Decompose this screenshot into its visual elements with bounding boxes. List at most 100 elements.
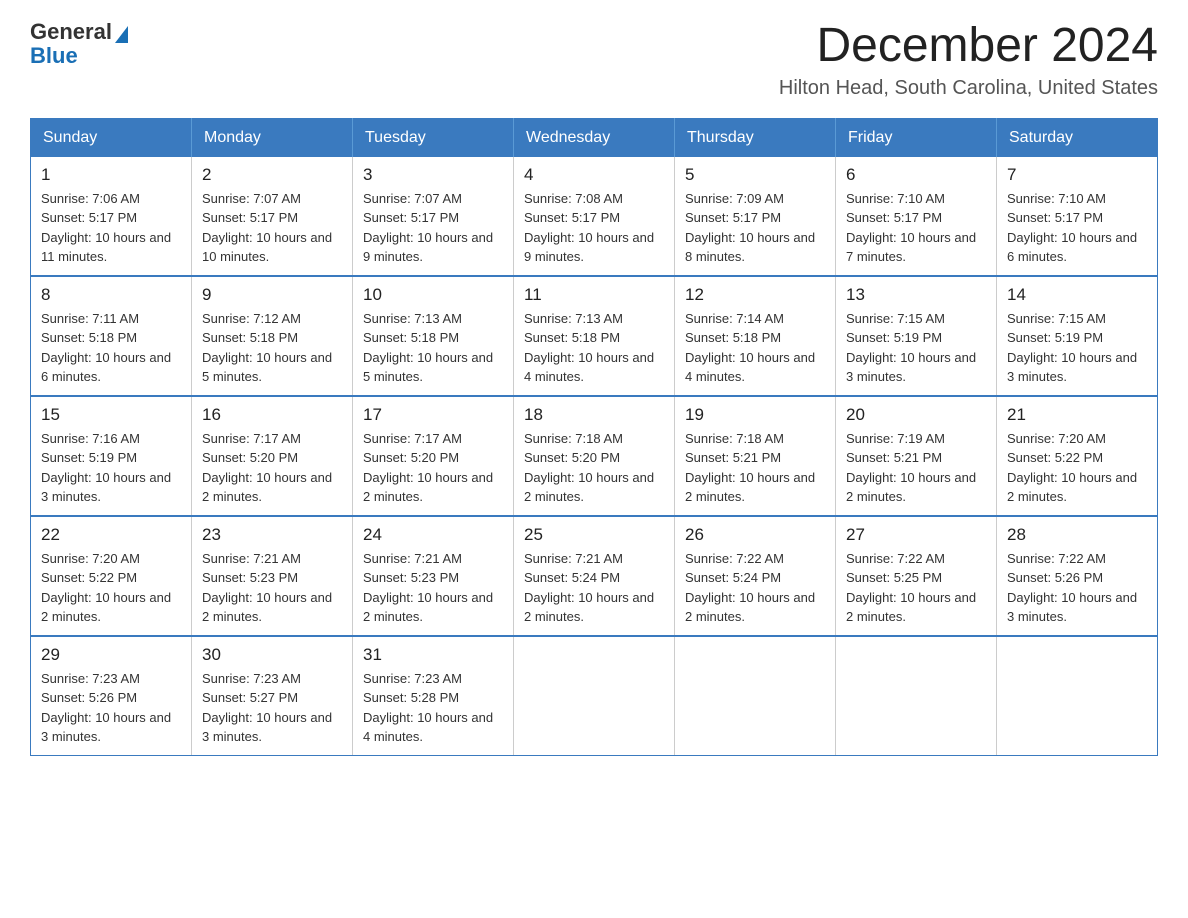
page-title: December 2024 <box>779 20 1158 73</box>
calendar-day-cell <box>836 636 997 756</box>
day-number: 30 <box>202 645 342 665</box>
calendar-day-cell: 19 Sunrise: 7:18 AM Sunset: 5:21 PM Dayl… <box>675 396 836 516</box>
calendar-day-cell: 12 Sunrise: 7:14 AM Sunset: 5:18 PM Dayl… <box>675 276 836 396</box>
day-info: Sunrise: 7:18 AM Sunset: 5:20 PM Dayligh… <box>524 429 664 507</box>
calendar-week-row: 1 Sunrise: 7:06 AM Sunset: 5:17 PM Dayli… <box>31 157 1158 276</box>
calendar-day-cell <box>997 636 1158 756</box>
calendar-day-cell: 4 Sunrise: 7:08 AM Sunset: 5:17 PM Dayli… <box>514 157 675 276</box>
day-number: 9 <box>202 285 342 305</box>
calendar-day-cell <box>675 636 836 756</box>
calendar-day-cell: 7 Sunrise: 7:10 AM Sunset: 5:17 PM Dayli… <box>997 157 1158 276</box>
day-info: Sunrise: 7:12 AM Sunset: 5:18 PM Dayligh… <box>202 309 342 387</box>
day-number: 25 <box>524 525 664 545</box>
day-info: Sunrise: 7:23 AM Sunset: 5:26 PM Dayligh… <box>41 669 181 747</box>
day-info: Sunrise: 7:15 AM Sunset: 5:19 PM Dayligh… <box>1007 309 1147 387</box>
calendar-day-cell: 28 Sunrise: 7:22 AM Sunset: 5:26 PM Dayl… <box>997 516 1158 636</box>
day-info: Sunrise: 7:10 AM Sunset: 5:17 PM Dayligh… <box>846 189 986 267</box>
day-number: 24 <box>363 525 503 545</box>
day-number: 1 <box>41 165 181 185</box>
calendar-header-row: SundayMondayTuesdayWednesdayThursdayFrid… <box>31 118 1158 157</box>
calendar-week-row: 15 Sunrise: 7:16 AM Sunset: 5:19 PM Dayl… <box>31 396 1158 516</box>
day-number: 4 <box>524 165 664 185</box>
day-info: Sunrise: 7:15 AM Sunset: 5:19 PM Dayligh… <box>846 309 986 387</box>
logo: General Blue <box>30 20 128 68</box>
calendar-day-cell: 20 Sunrise: 7:19 AM Sunset: 5:21 PM Dayl… <box>836 396 997 516</box>
day-info: Sunrise: 7:13 AM Sunset: 5:18 PM Dayligh… <box>524 309 664 387</box>
day-number: 26 <box>685 525 825 545</box>
calendar-day-cell: 13 Sunrise: 7:15 AM Sunset: 5:19 PM Dayl… <box>836 276 997 396</box>
day-info: Sunrise: 7:22 AM Sunset: 5:26 PM Dayligh… <box>1007 549 1147 627</box>
day-number: 21 <box>1007 405 1147 425</box>
calendar-day-cell: 1 Sunrise: 7:06 AM Sunset: 5:17 PM Dayli… <box>31 157 192 276</box>
day-number: 8 <box>41 285 181 305</box>
day-info: Sunrise: 7:23 AM Sunset: 5:28 PM Dayligh… <box>363 669 503 747</box>
day-info: Sunrise: 7:21 AM Sunset: 5:23 PM Dayligh… <box>202 549 342 627</box>
calendar-day-cell: 22 Sunrise: 7:20 AM Sunset: 5:22 PM Dayl… <box>31 516 192 636</box>
day-info: Sunrise: 7:20 AM Sunset: 5:22 PM Dayligh… <box>1007 429 1147 507</box>
day-info: Sunrise: 7:20 AM Sunset: 5:22 PM Dayligh… <box>41 549 181 627</box>
calendar-day-cell: 23 Sunrise: 7:21 AM Sunset: 5:23 PM Dayl… <box>192 516 353 636</box>
title-area: December 2024 Hilton Head, South Carolin… <box>779 20 1158 100</box>
logo-general-text: General <box>30 20 128 44</box>
day-info: Sunrise: 7:11 AM Sunset: 5:18 PM Dayligh… <box>41 309 181 387</box>
weekday-header-monday: Monday <box>192 118 353 157</box>
day-info: Sunrise: 7:17 AM Sunset: 5:20 PM Dayligh… <box>363 429 503 507</box>
calendar-day-cell: 17 Sunrise: 7:17 AM Sunset: 5:20 PM Dayl… <box>353 396 514 516</box>
day-info: Sunrise: 7:18 AM Sunset: 5:21 PM Dayligh… <box>685 429 825 507</box>
day-info: Sunrise: 7:16 AM Sunset: 5:19 PM Dayligh… <box>41 429 181 507</box>
calendar-day-cell: 21 Sunrise: 7:20 AM Sunset: 5:22 PM Dayl… <box>997 396 1158 516</box>
day-number: 29 <box>41 645 181 665</box>
day-info: Sunrise: 7:22 AM Sunset: 5:24 PM Dayligh… <box>685 549 825 627</box>
day-info: Sunrise: 7:22 AM Sunset: 5:25 PM Dayligh… <box>846 549 986 627</box>
day-number: 16 <box>202 405 342 425</box>
page-subtitle: Hilton Head, South Carolina, United Stat… <box>779 77 1158 100</box>
calendar-day-cell: 27 Sunrise: 7:22 AM Sunset: 5:25 PM Dayl… <box>836 516 997 636</box>
calendar-day-cell: 18 Sunrise: 7:18 AM Sunset: 5:20 PM Dayl… <box>514 396 675 516</box>
day-info: Sunrise: 7:17 AM Sunset: 5:20 PM Dayligh… <box>202 429 342 507</box>
day-number: 22 <box>41 525 181 545</box>
day-number: 20 <box>846 405 986 425</box>
calendar-day-cell: 26 Sunrise: 7:22 AM Sunset: 5:24 PM Dayl… <box>675 516 836 636</box>
weekday-header-sunday: Sunday <box>31 118 192 157</box>
day-number: 19 <box>685 405 825 425</box>
weekday-header-tuesday: Tuesday <box>353 118 514 157</box>
day-info: Sunrise: 7:07 AM Sunset: 5:17 PM Dayligh… <box>363 189 503 267</box>
day-info: Sunrise: 7:14 AM Sunset: 5:18 PM Dayligh… <box>685 309 825 387</box>
day-number: 18 <box>524 405 664 425</box>
day-number: 13 <box>846 285 986 305</box>
calendar-day-cell: 15 Sunrise: 7:16 AM Sunset: 5:19 PM Dayl… <box>31 396 192 516</box>
day-number: 11 <box>524 285 664 305</box>
day-number: 6 <box>846 165 986 185</box>
weekday-header-thursday: Thursday <box>675 118 836 157</box>
logo-blue-text: Blue <box>30 44 128 68</box>
calendar-table: SundayMondayTuesdayWednesdayThursdayFrid… <box>30 118 1158 756</box>
day-number: 28 <box>1007 525 1147 545</box>
day-number: 3 <box>363 165 503 185</box>
calendar-day-cell: 3 Sunrise: 7:07 AM Sunset: 5:17 PM Dayli… <box>353 157 514 276</box>
day-number: 12 <box>685 285 825 305</box>
day-info: Sunrise: 7:21 AM Sunset: 5:24 PM Dayligh… <box>524 549 664 627</box>
day-number: 7 <box>1007 165 1147 185</box>
calendar-day-cell: 16 Sunrise: 7:17 AM Sunset: 5:20 PM Dayl… <box>192 396 353 516</box>
calendar-day-cell: 8 Sunrise: 7:11 AM Sunset: 5:18 PM Dayli… <box>31 276 192 396</box>
day-number: 5 <box>685 165 825 185</box>
day-info: Sunrise: 7:21 AM Sunset: 5:23 PM Dayligh… <box>363 549 503 627</box>
day-info: Sunrise: 7:13 AM Sunset: 5:18 PM Dayligh… <box>363 309 503 387</box>
day-number: 10 <box>363 285 503 305</box>
calendar-day-cell: 2 Sunrise: 7:07 AM Sunset: 5:17 PM Dayli… <box>192 157 353 276</box>
calendar-day-cell: 24 Sunrise: 7:21 AM Sunset: 5:23 PM Dayl… <box>353 516 514 636</box>
calendar-day-cell <box>514 636 675 756</box>
calendar-day-cell: 6 Sunrise: 7:10 AM Sunset: 5:17 PM Dayli… <box>836 157 997 276</box>
calendar-day-cell: 30 Sunrise: 7:23 AM Sunset: 5:27 PM Dayl… <box>192 636 353 756</box>
page-header: General Blue December 2024 Hilton Head, … <box>30 20 1158 100</box>
calendar-day-cell: 14 Sunrise: 7:15 AM Sunset: 5:19 PM Dayl… <box>997 276 1158 396</box>
day-info: Sunrise: 7:19 AM Sunset: 5:21 PM Dayligh… <box>846 429 986 507</box>
calendar-week-row: 22 Sunrise: 7:20 AM Sunset: 5:22 PM Dayl… <box>31 516 1158 636</box>
weekday-header-friday: Friday <box>836 118 997 157</box>
calendar-day-cell: 9 Sunrise: 7:12 AM Sunset: 5:18 PM Dayli… <box>192 276 353 396</box>
day-number: 2 <box>202 165 342 185</box>
day-number: 31 <box>363 645 503 665</box>
day-info: Sunrise: 7:10 AM Sunset: 5:17 PM Dayligh… <box>1007 189 1147 267</box>
day-number: 27 <box>846 525 986 545</box>
logo-arrow-icon <box>115 26 128 43</box>
